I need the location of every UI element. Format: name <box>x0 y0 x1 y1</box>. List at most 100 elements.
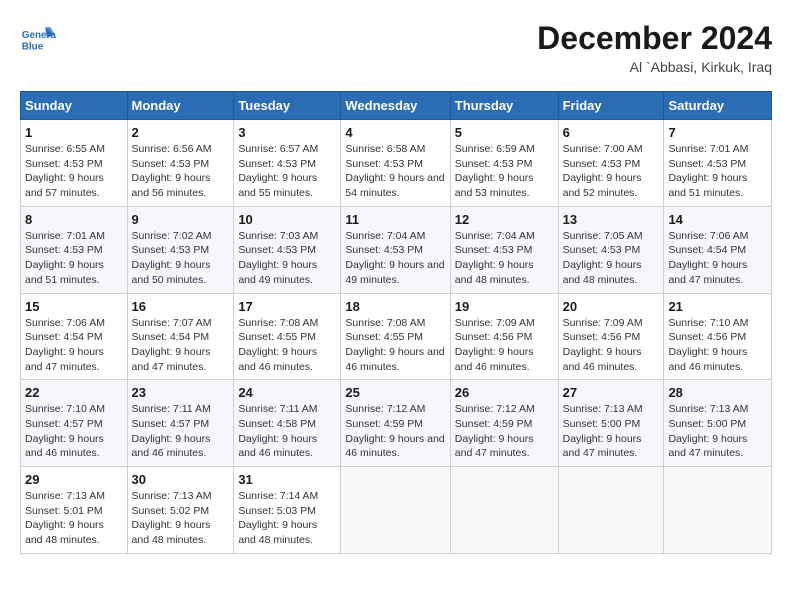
calendar-cell: 1Sunrise: 6:55 AMSunset: 4:53 PMDaylight… <box>21 120 128 207</box>
day-detail: Sunrise: 7:00 AMSunset: 4:53 PMDaylight:… <box>563 143 643 199</box>
day-number: 15 <box>25 299 123 314</box>
header-cell-thursday: Thursday <box>450 92 558 120</box>
day-number: 7 <box>668 125 767 140</box>
calendar-cell: 31 Sunrise: 7:14 AMSunset: 5:03 PMDayligh… <box>234 467 341 554</box>
page-header: General Blue December 2024 Al `Abbasi, K… <box>20 20 772 75</box>
day-detail: Sunrise: 7:13 AMSunset: 5:00 PMDaylight:… <box>668 403 748 459</box>
day-detail: Sunrise: 7:13 AMSunset: 5:00 PMDaylight:… <box>563 403 643 459</box>
day-number: 30 <box>132 472 230 487</box>
calendar-week-1: 1Sunrise: 6:55 AMSunset: 4:53 PMDaylight… <box>21 120 772 207</box>
calendar-week-3: 15 Sunrise: 7:06 AMSunset: 4:54 PMDayligh… <box>21 293 772 380</box>
day-detail: Sunrise: 7:12 AMSunset: 4:59 PMDaylight:… <box>455 403 535 459</box>
calendar-cell: 10Sunrise: 7:03 AMSunset: 4:53 PMDayligh… <box>234 206 341 293</box>
day-number: 18 <box>345 299 445 314</box>
day-number: 26 <box>455 385 554 400</box>
day-number: 11 <box>345 212 445 227</box>
calendar-cell: 8 Sunrise: 7:01 AMSunset: 4:53 PMDaylight… <box>21 206 128 293</box>
day-detail: Sunrise: 7:13 AMSunset: 5:01 PMDaylight:… <box>25 490 105 546</box>
day-number: 13 <box>563 212 660 227</box>
day-detail: Sunrise: 7:04 AMSunset: 4:53 PMDaylight:… <box>455 230 535 286</box>
day-number: 5 <box>455 125 554 140</box>
svg-text:Blue: Blue <box>22 42 44 53</box>
calendar-cell: 26 Sunrise: 7:12 AMSunset: 4:59 PMDayligh… <box>450 380 558 467</box>
calendar-cell: 12 Sunrise: 7:04 AMSunset: 4:53 PMDayligh… <box>450 206 558 293</box>
day-detail: Sunrise: 7:09 AMSunset: 4:56 PMDaylight:… <box>455 317 535 373</box>
calendar-cell: 30Sunrise: 7:13 AMSunset: 5:02 PMDayligh… <box>127 467 234 554</box>
day-number: 2 <box>132 125 230 140</box>
header-cell-friday: Friday <box>558 92 664 120</box>
day-detail: Sunrise: 7:07 AMSunset: 4:54 PMDaylight:… <box>132 317 212 373</box>
calendar-header: SundayMondayTuesdayWednesdayThursdayFrid… <box>21 92 772 120</box>
day-number: 16 <box>132 299 230 314</box>
header-cell-monday: Monday <box>127 92 234 120</box>
day-number: 14 <box>668 212 767 227</box>
day-detail: Sunrise: 6:55 AMSunset: 4:53 PMDaylight:… <box>25 143 105 199</box>
calendar-cell: 18 Sunrise: 7:08 AMSunset: 4:55 PMDayligh… <box>341 293 450 380</box>
calendar-cell: 5Sunrise: 6:59 AMSunset: 4:53 PMDaylight… <box>450 120 558 207</box>
day-number: 10 <box>238 212 336 227</box>
calendar-week-2: 8 Sunrise: 7:01 AMSunset: 4:53 PMDaylight… <box>21 206 772 293</box>
header-cell-wednesday: Wednesday <box>341 92 450 120</box>
calendar-cell: 28 Sunrise: 7:13 AMSunset: 5:00 PMDayligh… <box>664 380 772 467</box>
calendar-cell <box>558 467 664 554</box>
calendar-cell: 6 Sunrise: 7:00 AMSunset: 4:53 PMDaylight… <box>558 120 664 207</box>
calendar-cell: 2 Sunrise: 6:56 AMSunset: 4:53 PMDaylight… <box>127 120 234 207</box>
day-number: 22 <box>25 385 123 400</box>
calendar-cell: 20 Sunrise: 7:09 AMSunset: 4:56 PMDayligh… <box>558 293 664 380</box>
day-detail: Sunrise: 7:06 AMSunset: 4:54 PMDaylight:… <box>668 230 748 286</box>
day-detail: Sunrise: 7:05 AMSunset: 4:53 PMDaylight:… <box>563 230 643 286</box>
calendar-cell <box>664 467 772 554</box>
day-number: 21 <box>668 299 767 314</box>
calendar-cell: 14 Sunrise: 7:06 AMSunset: 4:54 PMDayligh… <box>664 206 772 293</box>
calendar-cell: 25 Sunrise: 7:12 AMSunset: 4:59 PMDayligh… <box>341 380 450 467</box>
header-cell-tuesday: Tuesday <box>234 92 341 120</box>
calendar-cell: 19Sunrise: 7:09 AMSunset: 4:56 PMDayligh… <box>450 293 558 380</box>
day-detail: Sunrise: 7:06 AMSunset: 4:54 PMDaylight:… <box>25 317 105 373</box>
day-number: 27 <box>563 385 660 400</box>
calendar-cell: 27 Sunrise: 7:13 AMSunset: 5:00 PMDayligh… <box>558 380 664 467</box>
calendar-cell: 16 Sunrise: 7:07 AMSunset: 4:54 PMDayligh… <box>127 293 234 380</box>
logo: General Blue <box>20 20 56 56</box>
day-detail: Sunrise: 7:08 AMSunset: 4:55 PMDaylight:… <box>238 317 318 373</box>
day-number: 28 <box>668 385 767 400</box>
day-number: 6 <box>563 125 660 140</box>
day-detail: Sunrise: 7:11 AMSunset: 4:58 PMDaylight:… <box>238 403 317 459</box>
day-number: 12 <box>455 212 554 227</box>
day-number: 25 <box>345 385 445 400</box>
logo-icon: General Blue <box>20 20 56 56</box>
day-detail: Sunrise: 7:14 AMSunset: 5:03 PMDaylight:… <box>238 490 318 546</box>
day-detail: Sunrise: 7:01 AMSunset: 4:53 PMDaylight:… <box>668 143 748 199</box>
calendar-cell: 24 Sunrise: 7:11 AMSunset: 4:58 PMDayligh… <box>234 380 341 467</box>
day-detail: Sunrise: 7:12 AMSunset: 4:59 PMDaylight:… <box>345 403 444 459</box>
day-detail: Sunrise: 7:11 AMSunset: 4:57 PMDaylight:… <box>132 403 211 459</box>
day-detail: Sunrise: 7:02 AMSunset: 4:53 PMDaylight:… <box>132 230 212 286</box>
day-detail: Sunrise: 6:58 AMSunset: 4:53 PMDaylight:… <box>345 143 444 199</box>
day-detail: Sunrise: 7:10 AMSunset: 4:57 PMDaylight:… <box>25 403 105 459</box>
calendar-cell: 3 Sunrise: 6:57 AMSunset: 4:53 PMDaylight… <box>234 120 341 207</box>
day-detail: Sunrise: 7:10 AMSunset: 4:56 PMDaylight:… <box>668 317 748 373</box>
calendar-cell: 4 Sunrise: 6:58 AMSunset: 4:53 PMDaylight… <box>341 120 450 207</box>
day-number: 20 <box>563 299 660 314</box>
day-detail: Sunrise: 6:56 AMSunset: 4:53 PMDaylight:… <box>132 143 212 199</box>
day-detail: Sunrise: 7:01 AMSunset: 4:53 PMDaylight:… <box>25 230 105 286</box>
subtitle: Al `Abbasi, Kirkuk, Iraq <box>537 59 772 75</box>
day-detail: Sunrise: 7:08 AMSunset: 4:55 PMDaylight:… <box>345 317 444 373</box>
day-number: 4 <box>345 125 445 140</box>
day-number: 23 <box>132 385 230 400</box>
day-number: 8 <box>25 212 123 227</box>
calendar-cell: 13 Sunrise: 7:05 AMSunset: 4:53 PMDayligh… <box>558 206 664 293</box>
day-number: 3 <box>238 125 336 140</box>
calendar-cell: 11Sunrise: 7:04 AMSunset: 4:53 PMDayligh… <box>341 206 450 293</box>
day-number: 9 <box>132 212 230 227</box>
calendar-week-4: 22 Sunrise: 7:10 AMSunset: 4:57 PMDayligh… <box>21 380 772 467</box>
calendar-cell: 21 Sunrise: 7:10 AMSunset: 4:56 PMDayligh… <box>664 293 772 380</box>
day-number: 24 <box>238 385 336 400</box>
day-detail: Sunrise: 6:57 AMSunset: 4:53 PMDaylight:… <box>238 143 318 199</box>
day-number: 29 <box>25 472 123 487</box>
day-number: 31 <box>238 472 336 487</box>
title-block: December 2024 Al `Abbasi, Kirkuk, Iraq <box>537 20 772 75</box>
calendar-cell: 9 Sunrise: 7:02 AMSunset: 4:53 PMDaylight… <box>127 206 234 293</box>
day-detail: Sunrise: 7:09 AMSunset: 4:56 PMDaylight:… <box>563 317 643 373</box>
day-number: 17 <box>238 299 336 314</box>
calendar-body: 1Sunrise: 6:55 AMSunset: 4:53 PMDaylight… <box>21 120 772 554</box>
